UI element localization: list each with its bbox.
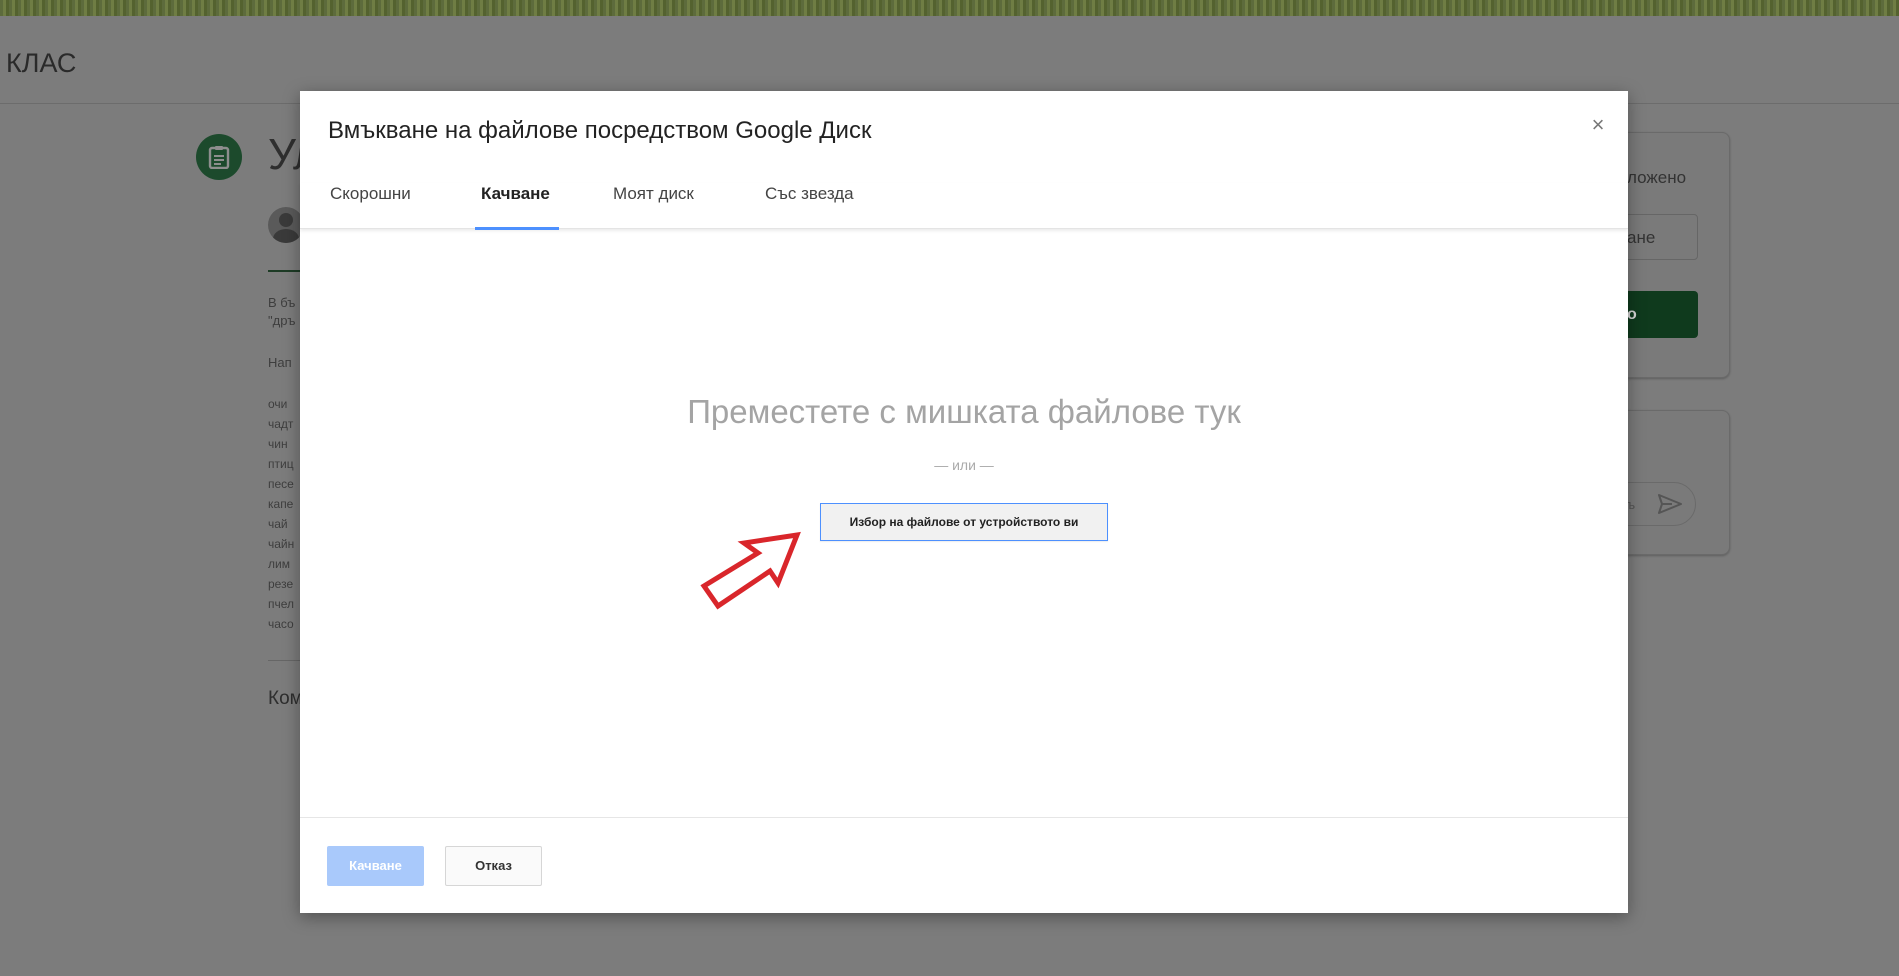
avatar — [268, 207, 304, 243]
tab-upload[interactable]: Качване — [481, 183, 550, 229]
word-list-item: пчел — [268, 597, 295, 611]
word-list-item: очи — [268, 397, 288, 411]
active-tab-indicator — [475, 227, 559, 230]
section-divider — [268, 660, 300, 661]
word-list-item: песе — [268, 477, 294, 491]
clipboard-icon — [208, 146, 230, 169]
tab-my-drive[interactable]: Моят диск — [613, 183, 694, 229]
comments-label: Ком — [268, 688, 303, 709]
word-list-item: чадт — [268, 417, 294, 431]
footer-divider — [300, 817, 1628, 818]
drop-zone-text: Преместете с мишката файлове тук — [687, 393, 1241, 430]
private-comment-placeholder: ъ — [1627, 497, 1636, 512]
word-list-item: чин — [268, 437, 288, 451]
close-icon[interactable]: × — [1586, 113, 1610, 137]
word-list-item: капе — [268, 497, 294, 511]
word-list-item: чайн — [268, 537, 295, 551]
tab-recent[interactable]: Скорошни — [330, 183, 411, 229]
word-list-item: часо — [268, 617, 294, 631]
assignment-icon — [196, 134, 242, 180]
word-list-item: резе — [268, 577, 294, 591]
red-arrow-icon — [700, 531, 801, 610]
tab-starred[interactable]: Със звезда — [765, 183, 854, 229]
add-work-button-label: ане — [1627, 228, 1656, 247]
mark-done-button-label: о — [1627, 306, 1637, 323]
drive-picker-dialog: Вмъкване на файлове посредством Google Д… — [300, 91, 1628, 913]
work-status-text: ложено — [1627, 168, 1687, 187]
description-line: "дръ — [268, 313, 296, 328]
word-list-item: чай — [268, 517, 288, 531]
description-line: В бъ — [268, 295, 296, 310]
send-icon[interactable] — [1656, 492, 1684, 521]
class-title: КЛАС — [6, 48, 77, 78]
select-files-button[interactable]: Избор на файлове от устройството ви — [820, 503, 1108, 541]
description-line: Нап — [268, 355, 292, 370]
or-separator: — или — — [934, 457, 994, 473]
dialog-title: Вмъкване на файлове посредством Google Д… — [328, 117, 872, 144]
cancel-button[interactable]: Отказ — [445, 846, 542, 886]
title-accent-line — [268, 270, 300, 272]
upload-button[interactable]: Качване — [327, 846, 424, 886]
picker-tabs: Скорошни Качване Моят диск Със звезда — [300, 183, 1628, 229]
word-list-item: птиц — [268, 457, 294, 471]
top-banner-strip — [0, 0, 1899, 16]
word-list-item: лим — [268, 557, 290, 571]
